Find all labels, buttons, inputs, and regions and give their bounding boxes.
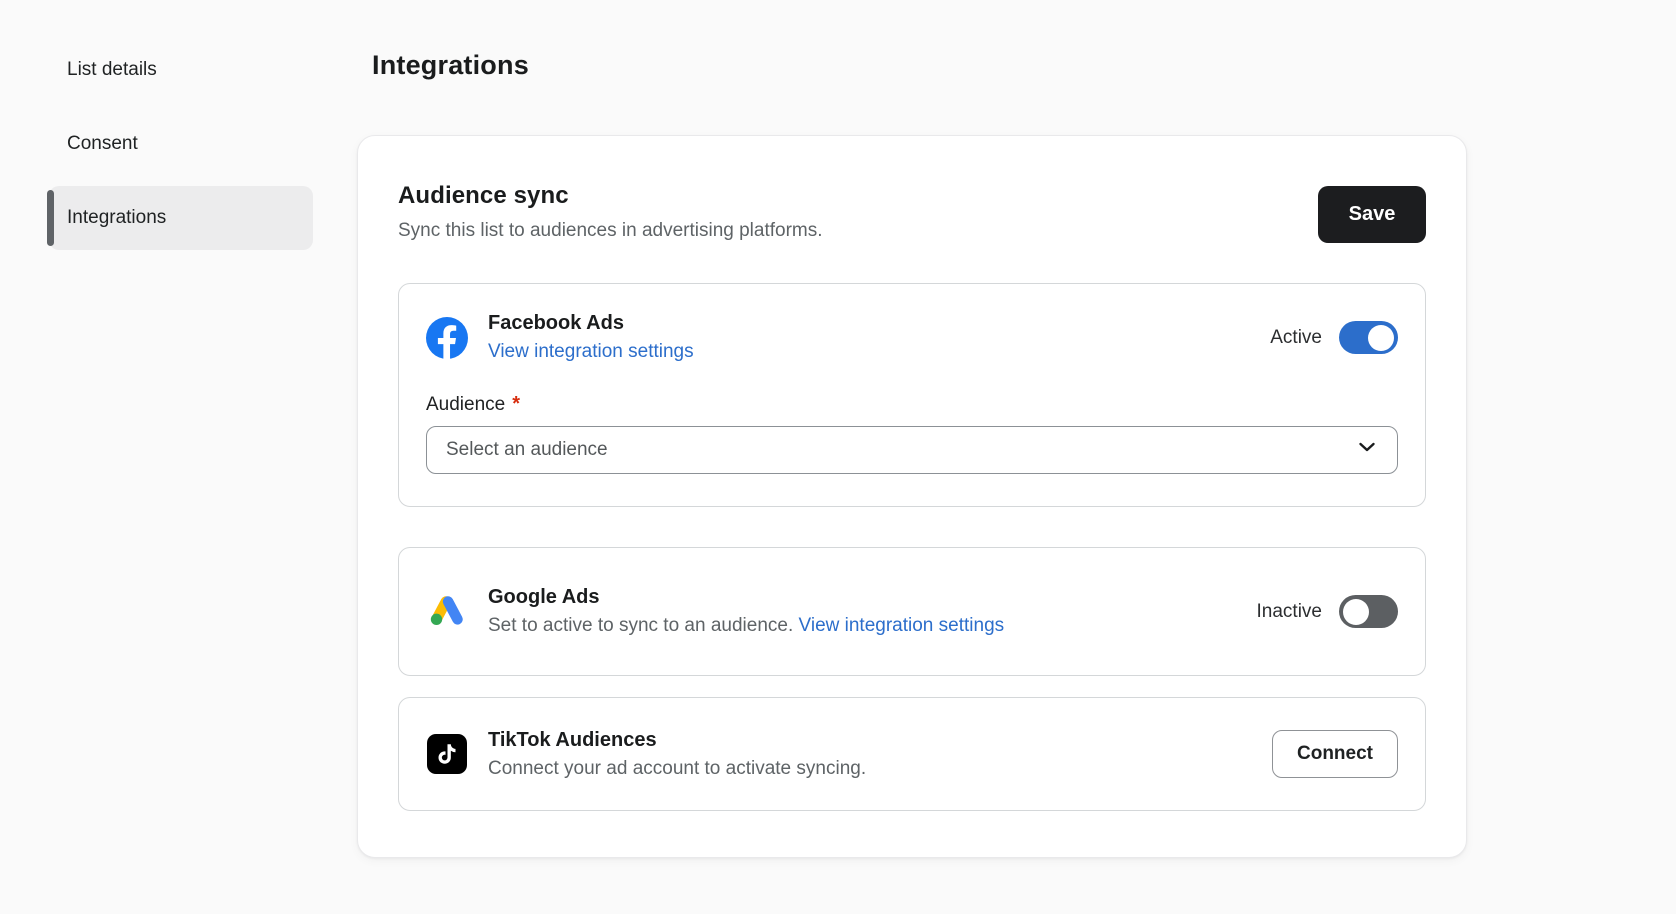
sidebar-item-consent[interactable]: Consent [49,112,313,176]
google-ads-section: Google Ads Set to active to sync to an a… [398,547,1426,676]
google-settings-link[interactable]: View integration settings [799,615,1005,636]
tiktok-row: TikTok Audiences Connect your ad account… [426,729,1398,780]
facebook-active-toggle[interactable] [1339,321,1398,354]
page-title: Integrations [372,50,529,81]
facebook-status-label: Active [1270,327,1322,349]
chevron-down-icon [1355,435,1379,465]
google-description: Set to active to sync to an audience. [488,615,793,636]
sidebar-item-label: Consent [67,133,138,155]
facebook-settings-link[interactable]: View integration settings [488,341,694,362]
google-name: Google Ads [488,586,1237,609]
facebook-name: Facebook Ads [488,312,1250,335]
save-button[interactable]: Save [1318,186,1426,243]
google-toggle-group: Inactive [1257,595,1398,628]
google-ads-row: Google Ads Set to active to sync to an a… [426,586,1398,637]
required-asterisk: * [512,393,520,416]
audience-label-text: Audience [426,394,505,416]
google-text-block: Google Ads Set to active to sync to an a… [488,586,1237,637]
facebook-settings-link-row: View integration settings [488,341,1250,363]
google-description-row: Set to active to sync to an audience. Vi… [488,615,1237,637]
tiktok-text-block: TikTok Audiences Connect your ad account… [488,729,1252,780]
tiktok-name: TikTok Audiences [488,729,1252,752]
audience-field-label: Audience * [426,393,1398,416]
facebook-ads-row: Facebook Ads View integration settings A… [426,312,1398,363]
toggle-knob [1368,325,1394,351]
audience-select-value: Select an audience [446,439,608,461]
facebook-ads-section: Facebook Ads View integration settings A… [398,283,1426,507]
tiktok-icon [426,733,468,775]
sidebar-item-integrations[interactable]: Integrations [49,186,313,250]
google-ads-icon [426,591,468,633]
facebook-icon [426,317,468,359]
audience-select[interactable]: Select an audience [426,426,1398,474]
google-active-toggle[interactable] [1339,595,1398,628]
card-subtitle: Sync this list to audiences in advertisi… [398,220,823,242]
card-header-text: Audience sync Sync this list to audience… [398,182,823,242]
tiktok-audiences-section: TikTok Audiences Connect your ad account… [398,697,1426,811]
facebook-text-block: Facebook Ads View integration settings [488,312,1250,363]
tiktok-description: Connect your ad account to activate sync… [488,758,1252,780]
tiktok-connect-button[interactable]: Connect [1272,730,1398,778]
google-status-label: Inactive [1257,601,1322,623]
audience-sync-card: Audience sync Sync this list to audience… [357,135,1467,858]
card-title: Audience sync [398,182,823,210]
settings-sidebar: List details Consent Integrations [49,38,313,260]
sidebar-item-label: Integrations [67,207,166,229]
sidebar-item-label: List details [67,59,157,81]
card-header: Audience sync Sync this list to audience… [398,136,1426,243]
sidebar-item-list-details[interactable]: List details [49,38,313,102]
facebook-toggle-group: Active [1270,321,1398,354]
toggle-knob [1343,599,1369,625]
